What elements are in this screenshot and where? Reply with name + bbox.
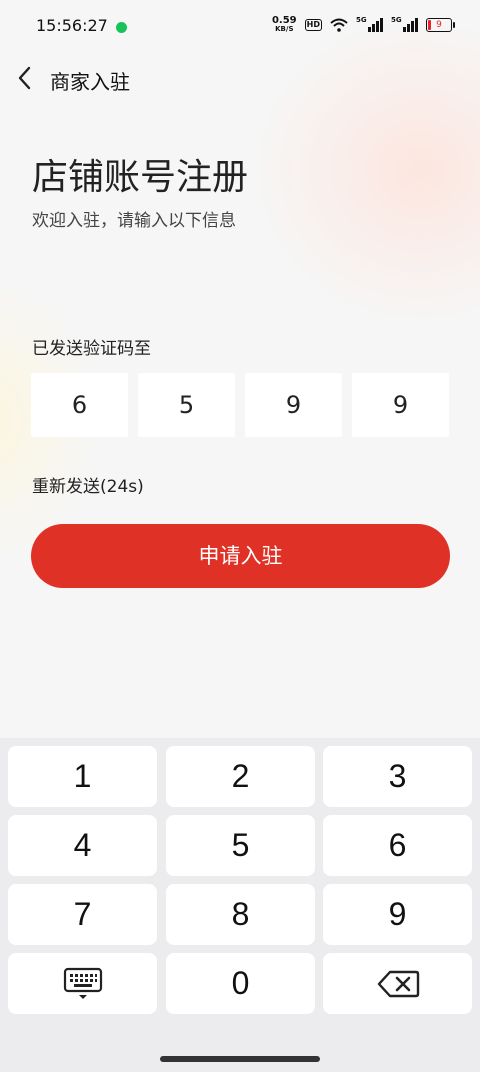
key-1[interactable]: 1 <box>8 746 157 807</box>
code-sent-label: 已发送验证码至 <box>32 339 151 359</box>
verification-code-input[interactable]: 6 5 9 9 <box>31 373 450 437</box>
chevron-left-icon <box>18 66 31 90</box>
page-title: 店铺账号注册 <box>32 157 249 198</box>
network-speed-unit: KB/S <box>275 25 294 33</box>
key-3[interactable]: 3 <box>323 746 472 807</box>
nav-bar: 商家入驻 <box>0 56 480 100</box>
signal-sim1-icon: 5G <box>356 16 383 32</box>
home-indicator[interactable] <box>160 1056 320 1062</box>
key-9[interactable]: 9 <box>323 884 472 945</box>
status-time: 15:56:27 <box>36 16 108 35</box>
key-7[interactable]: 7 <box>8 884 157 945</box>
keyboard-icon <box>63 967 102 999</box>
battery-icon: 9 <box>426 18 455 32</box>
network-speed: 0.59 KB/S <box>272 16 297 34</box>
key-4[interactable]: 4 <box>8 815 157 876</box>
key-2[interactable]: 2 <box>166 746 315 807</box>
signal-sim2-icon: 5G <box>391 16 418 32</box>
network-speed-value: 0.59 <box>271 15 297 26</box>
status-icons: 0.59 KB/S HD 5G 5G 9 <box>272 16 455 34</box>
hide-keyboard-button[interactable] <box>8 953 157 1014</box>
numeric-keypad: 1 2 3 4 5 6 7 8 9 0 <box>0 738 480 1072</box>
key-6[interactable]: 6 <box>323 815 472 876</box>
hd-icon: HD <box>304 19 322 31</box>
apply-button[interactable]: 申请入驻 <box>31 524 450 588</box>
backspace-icon <box>377 970 419 997</box>
key-0[interactable]: 0 <box>166 953 315 1014</box>
nav-title: 商家入驻 <box>50 70 130 94</box>
resend-code-button[interactable]: 重新发送(24s) <box>32 472 144 497</box>
backspace-button[interactable] <box>323 953 472 1014</box>
status-bar: 15:56:27 0.59 KB/S HD 5G 5G 9 <box>0 0 480 56</box>
code-digit-box[interactable]: 9 <box>352 373 449 437</box>
key-5[interactable]: 5 <box>166 815 315 876</box>
wifi-icon <box>330 18 348 32</box>
back-button[interactable] <box>12 64 40 92</box>
notification-dot-icon <box>116 22 127 33</box>
code-digit-box[interactable]: 6 <box>31 373 128 437</box>
battery-level: 9 <box>436 20 442 30</box>
page-subtitle: 欢迎入驻，请输入以下信息 <box>32 211 236 231</box>
key-8[interactable]: 8 <box>166 884 315 945</box>
code-digit-box[interactable]: 5 <box>138 373 235 437</box>
code-digit-box[interactable]: 9 <box>245 373 342 437</box>
screen: 15:56:27 0.59 KB/S HD 5G 5G 9 商家入驻 店铺账号注… <box>0 0 480 1072</box>
